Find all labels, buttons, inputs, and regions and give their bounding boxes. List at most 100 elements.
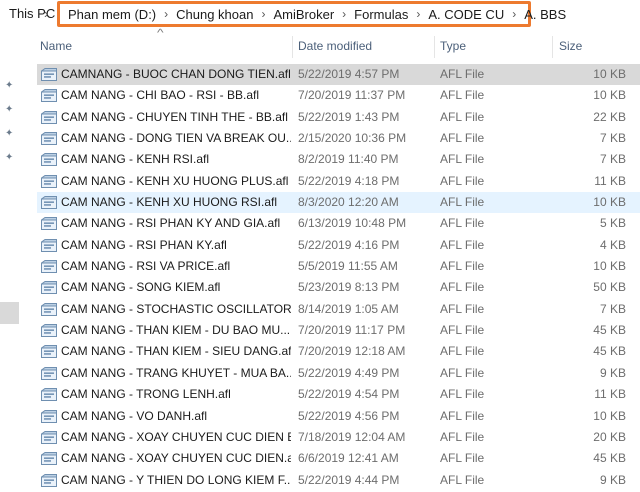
- file-date-modified: 5/22/2019 1:43 PM: [298, 109, 400, 124]
- afl-file-icon: [39, 68, 57, 81]
- file-size: 9 KB: [599, 365, 626, 380]
- chevron-right-icon[interactable]: ›: [416, 7, 420, 21]
- file-name: CAM NANG - RSI PHAN KY AND GIA.afl: [61, 216, 281, 231]
- file-date-modified: 6/13/2019 10:48 PM: [298, 216, 407, 231]
- breadcrumb-item-bbs[interactable]: A. BBS: [524, 7, 566, 22]
- afl-file-icon: [39, 430, 57, 444]
- address-bar[interactable]: This PC › Phan mem (D:) › Chung khoan › …: [0, 0, 640, 30]
- file-row[interactable]: CAM NANG - TRONG LENH.afl 5/22/2019 4:54 …: [37, 384, 640, 405]
- afl-file-icon: [39, 345, 57, 359]
- file-type: AFL File: [440, 152, 485, 167]
- file-size: 10 KB: [593, 67, 626, 81]
- file-date-modified: 5/22/2019 4:18 PM: [298, 173, 400, 188]
- file-row[interactable]: CAM NANG - KENH XU HUONG PLUS.afl 5/22/20…: [37, 171, 640, 192]
- nav-pane-selected-item[interactable]: [0, 302, 19, 324]
- file-row[interactable]: CAM NANG - RSI VA PRICE.afl 5/5/2019 11:5…: [37, 256, 640, 277]
- file-date-modified: 5/22/2019 4:57 PM: [298, 67, 400, 81]
- file-date-modified: 5/23/2019 8:13 PM: [298, 280, 400, 295]
- file-row[interactable]: CAM NANG - VO DANH.afl 5/22/2019 4:56 PM A…: [37, 406, 640, 427]
- file-size: 7 KB: [599, 152, 626, 167]
- file-size: 7 KB: [599, 131, 626, 146]
- breadcrumb-item-formulas[interactable]: Formulas: [354, 7, 408, 22]
- afl-file-icon: [39, 260, 57, 274]
- file-name: CAM NANG - DONG TIEN VA BREAK OU...: [61, 131, 291, 146]
- file-type: AFL File: [440, 259, 485, 274]
- file-type: AFL File: [440, 280, 485, 295]
- file-name: CAM NANG - CHI BAO - RSI - BB.afl: [61, 88, 260, 103]
- breadcrumb-item-chung-khoan[interactable]: Chung khoan: [176, 7, 253, 22]
- column-divider[interactable]: [434, 36, 435, 58]
- file-type: AFL File: [440, 67, 485, 81]
- breadcrumb-item-code-cu[interactable]: A. CODE CU: [428, 7, 504, 22]
- file-name: CAM NANG - VO DANH.afl: [61, 408, 208, 423]
- chevron-right-icon[interactable]: ›: [261, 7, 265, 21]
- breadcrumb: Phan mem (D:) › Chung khoan › AmiBroker …: [57, 1, 566, 27]
- file-size: 4 KB: [599, 237, 626, 252]
- file-list: CAMNANG - BUOC CHAN DONG TIEN.afl 5/22/20…: [37, 64, 640, 491]
- afl-file-icon: [39, 281, 57, 295]
- file-date-modified: 5/5/2019 11:55 AM: [298, 259, 398, 274]
- file-name: CAM NANG - TRANG KHUYET - MUA BA...: [61, 365, 291, 380]
- file-row[interactable]: CAMNANG - BUOC CHAN DONG TIEN.afl 5/22/20…: [37, 64, 640, 86]
- pin-icon[interactable]: ✦: [5, 104, 15, 115]
- file-size: 11 KB: [594, 173, 626, 188]
- afl-file-icon: [39, 409, 57, 423]
- file-type: AFL File: [440, 301, 485, 316]
- file-row[interactable]: CAM NANG - DONG TIEN VA BREAK OU... 2/15/…: [37, 128, 640, 149]
- file-size: 45 KB: [593, 323, 626, 338]
- file-size: 5 KB: [599, 216, 626, 231]
- column-header-date[interactable]: Date modified: [298, 39, 372, 53]
- pin-icon[interactable]: ✦: [5, 152, 15, 163]
- afl-file-icon: [39, 132, 57, 146]
- column-divider[interactable]: [292, 36, 293, 58]
- file-name: CAM NANG - RSI VA PRICE.afl: [61, 259, 231, 274]
- file-date-modified: 8/2/2019 11:40 PM: [298, 152, 399, 167]
- file-size: 22 KB: [593, 109, 626, 124]
- afl-file-icon: [39, 473, 57, 487]
- chevron-right-icon[interactable]: ›: [164, 7, 168, 21]
- file-date-modified: 7/20/2019 12:18 AM: [298, 344, 406, 359]
- pin-icon[interactable]: ✦: [5, 80, 15, 91]
- file-row[interactable]: CAM NANG - XOAY CHUYEN CUC DIEN.afl 6/6/2…: [37, 448, 640, 469]
- file-row[interactable]: CAM NANG - SONG KIEM.afl 5/23/2019 8:13 P…: [37, 277, 640, 298]
- file-date-modified: 7/20/2019 11:17 PM: [298, 323, 406, 338]
- file-row[interactable]: CAM NANG - TRANG KHUYET - MUA BA... 5/22/…: [37, 363, 640, 384]
- file-size: 10 KB: [593, 408, 626, 423]
- file-row[interactable]: CAM NANG - STOCHASTIC OSCILLATOR ... 8/14…: [37, 299, 640, 320]
- chevron-right-icon[interactable]: ›: [342, 7, 346, 21]
- file-name: CAM NANG - STOCHASTIC OSCILLATOR ...: [61, 301, 291, 316]
- file-type: AFL File: [440, 344, 485, 359]
- afl-file-icon: [39, 302, 57, 316]
- file-date-modified: 5/22/2019 4:56 PM: [298, 408, 400, 423]
- column-header-size[interactable]: Size: [559, 39, 582, 53]
- file-size: 11 KB: [594, 387, 626, 402]
- file-size: 45 KB: [593, 344, 626, 359]
- breadcrumb-item-amibroker[interactable]: AmiBroker: [273, 7, 334, 22]
- file-date-modified: 7/20/2019 11:37 PM: [298, 88, 406, 103]
- file-row[interactable]: CAM NANG - CHUYEN TINH THE - BB.afl 5/22/…: [37, 107, 640, 128]
- file-type: AFL File: [440, 109, 485, 124]
- file-row[interactable]: CAM NANG - THAN KIEM - SIEU DANG.afl 7/20…: [37, 341, 640, 362]
- file-name: CAMNANG - BUOC CHAN DONG TIEN.afl: [61, 67, 291, 81]
- chevron-right-icon[interactable]: ›: [44, 6, 48, 21]
- pin-icon[interactable]: ✦: [5, 128, 15, 139]
- file-name: CAM NANG - CHUYEN TINH THE - BB.afl: [61, 109, 288, 124]
- file-row[interactable]: CAM NANG - KENH RSI.afl 8/2/2019 11:40 PM…: [37, 149, 640, 170]
- file-row[interactable]: CAM NANG - RSI PHAN KY AND GIA.afl 6/13/2…: [37, 213, 640, 234]
- file-row[interactable]: CAM NANG - RSI PHAN KY.afl 5/22/2019 4:16…: [37, 235, 640, 256]
- column-header-name[interactable]: Name: [40, 39, 72, 53]
- file-row[interactable]: CAM NANG - KENH XU HUONG RSI.afl 8/3/2020…: [37, 192, 640, 214]
- file-date-modified: 6/6/2019 12:41 AM: [298, 451, 399, 466]
- file-name: CAM NANG - SONG KIEM.afl: [61, 280, 221, 295]
- file-row[interactable]: CAM NANG - THAN KIEM - DU BAO MU... 7/20/…: [37, 320, 640, 341]
- afl-file-icon: [39, 89, 57, 103]
- breadcrumb-item-drive[interactable]: Phan mem (D:): [68, 7, 156, 22]
- file-name: CAM NANG - TRONG LENH.afl: [61, 387, 231, 402]
- file-size: 10 KB: [593, 88, 626, 103]
- column-header-type[interactable]: Type: [440, 39, 466, 53]
- file-row[interactable]: CAM NANG - XOAY CHUYEN CUC DIEN B... 7/18…: [37, 427, 640, 448]
- column-divider[interactable]: [552, 36, 553, 58]
- file-row[interactable]: CAM NANG - Y THIEN DO LONG KIEM F... 5/22…: [37, 470, 640, 491]
- file-row[interactable]: CAM NANG - CHI BAO - RSI - BB.afl 7/20/20…: [37, 85, 640, 106]
- chevron-right-icon[interactable]: ›: [512, 7, 516, 21]
